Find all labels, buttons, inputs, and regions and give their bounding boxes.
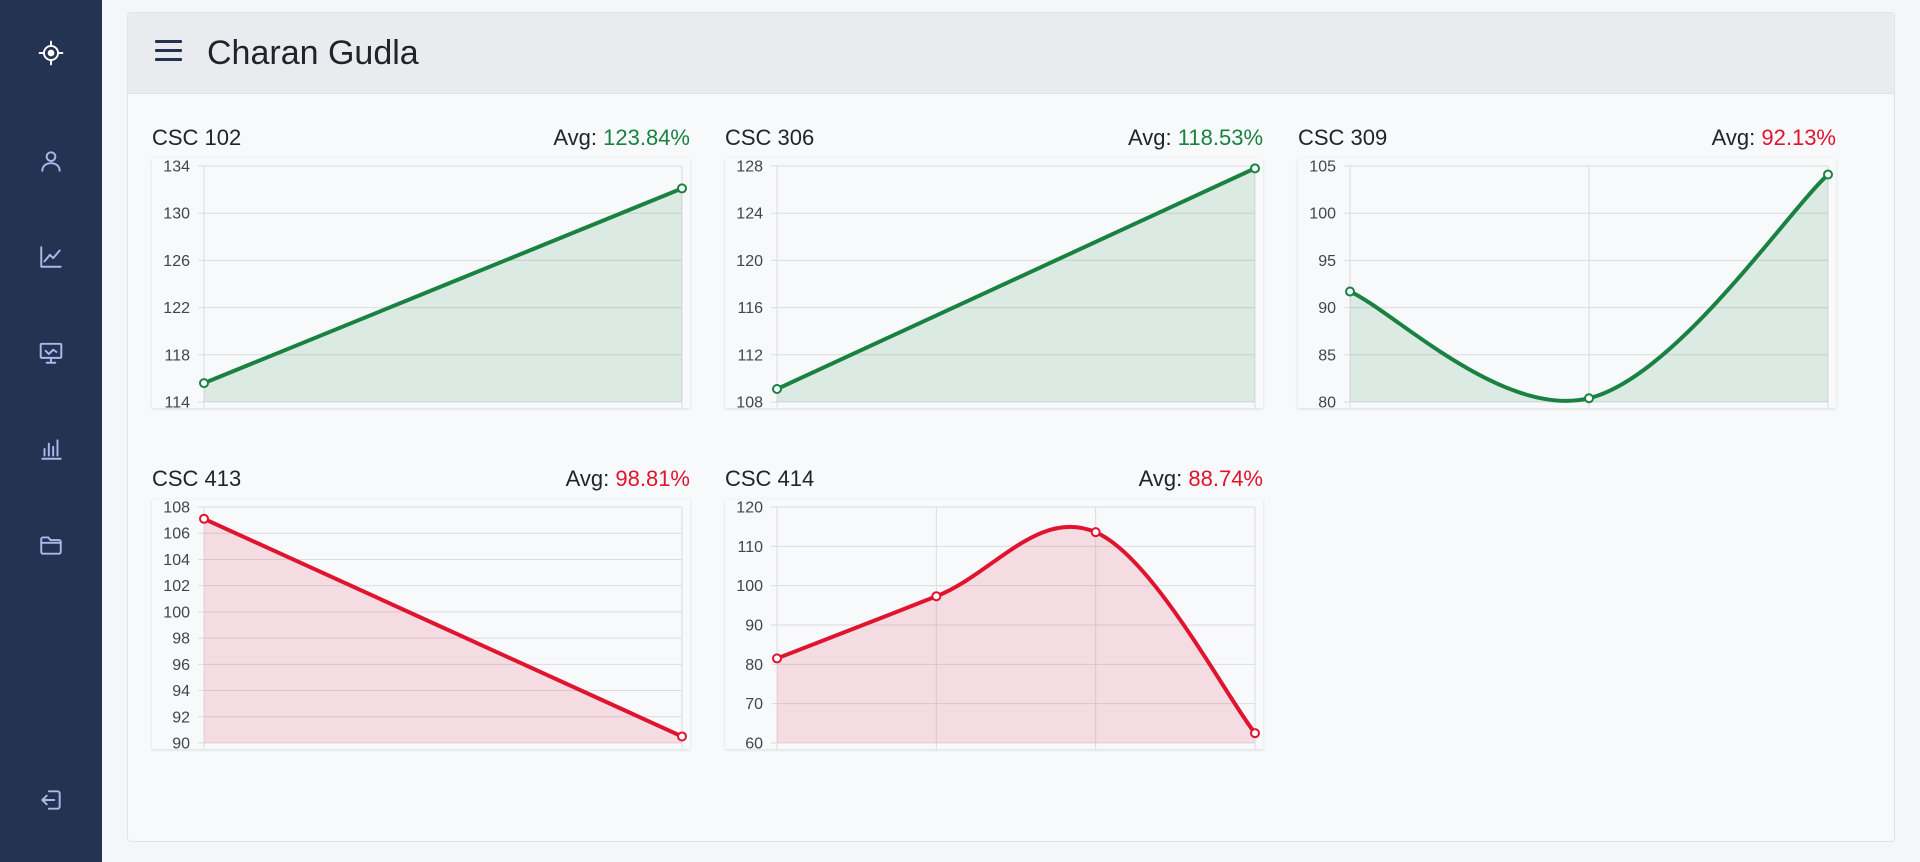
presentation-icon[interactable] <box>35 337 67 369</box>
data-point <box>931 591 942 602</box>
folder-icon[interactable] <box>35 529 67 561</box>
y-tick-label: 128 <box>736 159 763 176</box>
y-tick-label: 100 <box>163 604 190 621</box>
series-area <box>777 526 1255 743</box>
y-tick-label: 108 <box>736 395 763 409</box>
y-tick-label: 60 <box>745 736 763 750</box>
y-tick-label: 116 <box>737 300 763 317</box>
y-tick-label: 95 <box>1318 253 1336 270</box>
chart-card-csc-413: CSC 413 Avg: 98.81% 90 92 94 96 98 100 102 104 1… <box>152 464 690 784</box>
data-point <box>772 653 782 664</box>
line-chart[interactable]: 90 92 94 96 98 100 102 104 106 108 <box>152 499 690 749</box>
y-tick-label: 108 <box>163 500 190 517</box>
course-title: CSC 414 <box>725 466 815 491</box>
course-title: CSC 102 <box>152 125 242 150</box>
average-label: Avg: 123.84% <box>553 125 690 150</box>
data-point <box>1584 393 1594 404</box>
data-point <box>199 513 209 524</box>
y-tick-label: 122 <box>163 300 190 317</box>
line-chart[interactable]: 60 70 80 90 100 110 120 <box>725 499 1263 749</box>
average-label: Avg: 92.13% <box>1711 125 1836 150</box>
y-tick-label: 106 <box>163 526 190 543</box>
average-value: 123.84% <box>603 125 690 150</box>
y-tick-label: 80 <box>745 657 763 674</box>
chart-card-csc-309: CSC 309 Avg: 92.13% 80 85 90 95 100 105 <box>1298 123 1836 443</box>
y-tick-label: 90 <box>1318 300 1336 317</box>
course-title: CSC 306 <box>725 125 815 150</box>
hamburger-menu-icon[interactable] <box>155 40 185 66</box>
y-tick-label: 90 <box>745 618 763 635</box>
chart-card-csc-306: CSC 306 Avg: 118.53% 108 112 116 120 124 128 <box>725 123 1263 443</box>
y-tick-label: 92 <box>172 709 190 726</box>
chart-card-csc-414: CSC 414 Avg: 88.74% 60 70 80 90 100 110 120 <box>725 464 1263 784</box>
series-area <box>204 188 682 402</box>
y-tick-label: 110 <box>737 539 763 556</box>
y-tick-label: 102 <box>163 578 190 595</box>
y-tick-label: 90 <box>172 736 190 750</box>
main-card: Charan Gudla CSC 102 Avg: 123.84% 114 118… <box>127 12 1895 842</box>
average-value: 92.13% <box>1761 125 1836 150</box>
line-chart[interactable]: 108 112 116 120 124 128 <box>725 158 1263 408</box>
average-label: Avg: 118.53% <box>1128 125 1263 150</box>
y-tick-label: 105 <box>1309 159 1336 176</box>
data-point <box>1823 169 1833 180</box>
data-point <box>1250 163 1260 174</box>
data-point <box>1090 527 1101 538</box>
y-tick-label: 114 <box>164 395 190 409</box>
y-tick-label: 124 <box>736 206 763 223</box>
y-tick-label: 100 <box>1309 206 1336 223</box>
y-tick-label: 126 <box>163 253 190 270</box>
y-tick-label: 70 <box>745 696 763 713</box>
logout-icon[interactable] <box>35 784 67 816</box>
y-tick-label: 120 <box>736 500 763 517</box>
line-chart[interactable]: 80 85 90 95 100 105 <box>1298 158 1836 408</box>
user-icon[interactable] <box>35 145 67 177</box>
data-point <box>1250 728 1260 739</box>
y-tick-label: 104 <box>163 552 190 569</box>
y-tick-label: 134 <box>163 159 190 176</box>
y-tick-label: 96 <box>172 657 190 674</box>
y-tick-label: 120 <box>736 253 763 270</box>
average-label: Avg: 88.74% <box>1138 466 1263 491</box>
page-title: Charan Gudla <box>207 34 419 72</box>
average-label: Avg: 98.81% <box>565 466 690 491</box>
y-tick-label: 130 <box>163 206 190 223</box>
y-tick-label: 85 <box>1318 347 1336 364</box>
sidebar <box>0 0 102 862</box>
average-value: 98.81% <box>615 466 690 491</box>
card-header: Charan Gudla <box>128 13 1894 94</box>
data-point <box>677 183 687 194</box>
line-chart[interactable]: 114 118 122 126 130 134 <box>152 158 690 408</box>
data-point <box>677 731 687 742</box>
average-value: 88.74% <box>1188 466 1263 491</box>
average-value: 118.53% <box>1177 125 1263 150</box>
y-tick-label: 118 <box>164 347 190 364</box>
y-tick-label: 94 <box>172 683 190 700</box>
y-tick-label: 100 <box>736 578 763 595</box>
y-tick-label: 112 <box>737 347 763 364</box>
crosshair-logo-icon[interactable] <box>35 37 67 69</box>
bar-chart-icon[interactable] <box>35 433 67 465</box>
data-point <box>772 384 782 395</box>
line-chart-icon[interactable] <box>35 241 67 273</box>
data-point <box>1345 286 1355 297</box>
y-tick-label: 98 <box>172 631 190 648</box>
chart-card-csc-102: CSC 102 Avg: 123.84% 114 118 122 126 130 134 <box>152 123 690 443</box>
y-tick-label: 80 <box>1318 395 1336 409</box>
course-title: CSC 309 <box>1298 125 1388 150</box>
course-title: CSC 413 <box>152 466 242 491</box>
data-point <box>199 378 209 389</box>
